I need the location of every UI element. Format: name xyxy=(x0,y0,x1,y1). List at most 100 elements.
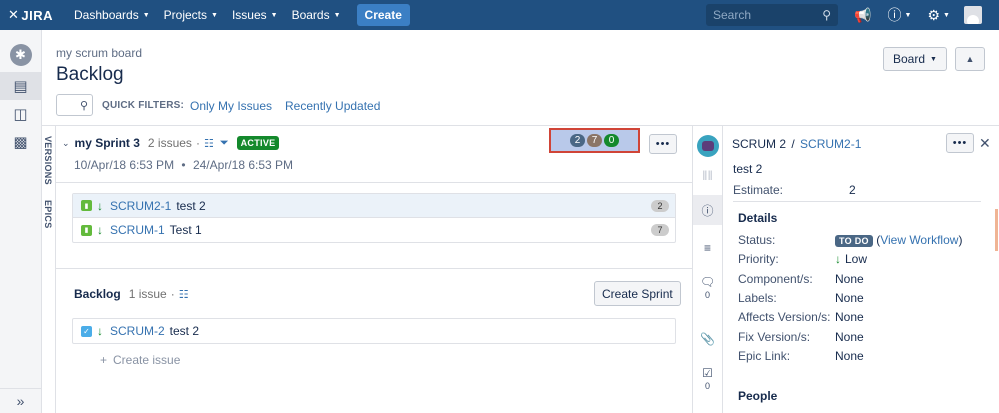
filter-search-button[interactable]: ⚲ xyxy=(56,94,93,116)
backlog-name: Backlog xyxy=(74,287,121,301)
project-logo-icon: ✱ xyxy=(9,44,32,66)
labels-value[interactable]: None xyxy=(835,291,864,305)
estimate-badge: 7 xyxy=(651,224,669,236)
view-workflow-link[interactable]: View Workflow xyxy=(880,233,958,247)
detail-more-button[interactable]: ••• xyxy=(946,133,974,153)
epics-tab[interactable]: EPICS xyxy=(43,200,53,229)
sprint-points-summary: 2 7 0 xyxy=(549,128,640,153)
active-sprints-nav-icon[interactable]: ◫ xyxy=(0,100,41,128)
priority-low-icon: ↓ xyxy=(835,252,841,266)
help-icon: ⓘ xyxy=(887,7,902,23)
help-menu[interactable]: ⓘ ▼ xyxy=(887,5,911,25)
issue-summary: test 2 xyxy=(176,198,206,213)
estimate-value[interactable]: 2 xyxy=(849,183,856,197)
story-type-icon: ▮ xyxy=(81,200,92,211)
components-value[interactable]: None xyxy=(835,272,864,286)
user-avatar[interactable] xyxy=(963,6,982,24)
caret-down-icon: ▼ xyxy=(333,11,341,19)
robot-face-icon xyxy=(702,141,714,151)
issue-key[interactable]: SCRUM-2 xyxy=(110,324,165,338)
detail-breadcrumb: SCRUM 2 / SCRUM2-1 xyxy=(732,137,861,151)
sprint-status-badge: ACTIVE xyxy=(236,136,280,150)
side-tabs: VERSIONS EPICS xyxy=(42,126,56,413)
nav-projects[interactable]: Projects ▼ xyxy=(164,0,218,30)
priority-low-icon: ↓ xyxy=(97,198,103,213)
nav-issues[interactable]: Issues ▼ xyxy=(232,0,278,30)
sprint-more-button[interactable]: ••• xyxy=(649,134,677,154)
comments-tab[interactable]: 🗨 0 xyxy=(693,275,722,300)
nav-boards[interactable]: Boards ▼ xyxy=(292,0,341,30)
reports-nav-icon[interactable]: ▩ xyxy=(0,128,41,156)
details-divider xyxy=(733,201,981,202)
jira-logo-icon: ✕ xyxy=(8,7,20,22)
components-label: Component/s: xyxy=(738,272,813,286)
detail-summary[interactable]: test 2 xyxy=(733,162,762,176)
fix-version-value[interactable]: None xyxy=(835,330,864,344)
subtask-count: 0 xyxy=(704,381,710,391)
priority-label: Priority: xyxy=(738,252,779,266)
settings-menu[interactable]: ⚙ ▼ xyxy=(927,7,950,24)
backlog-issue-list: ✓ ↓ SCRUM-2 test 2 xyxy=(72,318,676,344)
detail-issue-key[interactable]: SCRUM2-1 xyxy=(800,137,861,151)
subtasks-tab[interactable]: ☑ 0 xyxy=(693,366,722,391)
nav-dashboards[interactable]: Dashboards ▼ xyxy=(74,0,150,30)
details-tab[interactable]: ⓘ xyxy=(693,195,722,225)
affects-version-value[interactable]: None xyxy=(835,310,864,324)
filter-recently-updated[interactable]: Recently Updated xyxy=(285,99,380,113)
feedback-megaphone-icon[interactable]: 📢 xyxy=(854,7,871,24)
nav-right-group: ⚲ 📢 ⓘ▼ ⚙▼ xyxy=(706,4,982,26)
chevron-down-icon[interactable]: ⌄ xyxy=(62,138,70,149)
issue-key[interactable]: SCRUM2-1 xyxy=(110,199,171,213)
board-dropdown-button[interactable]: Board ▼ xyxy=(883,47,947,71)
sprint-issue-count: 2 issues xyxy=(147,136,192,150)
drag-handle-icon[interactable]: ‖‖ xyxy=(693,168,722,188)
issue-row-scrum-1[interactable]: ▮ ↓ SCRUM-1 Test 1 7 xyxy=(73,218,675,242)
epic-link-value[interactable]: None xyxy=(835,349,864,363)
details-heading: Details xyxy=(738,211,778,225)
backlog-nav-icon[interactable]: ▤ xyxy=(0,72,41,100)
detail-project-link[interactable]: SCRUM 2 xyxy=(732,137,786,151)
attachments-tab[interactable]: 📎 xyxy=(693,329,722,349)
status-value: TO DO (View Workflow) xyxy=(835,233,962,247)
project-avatar[interactable]: ✱ xyxy=(0,40,41,70)
detail-breadcrumb-separator: / xyxy=(791,137,795,151)
issue-row-scrum2-1[interactable]: ▮ ↓ SCRUM2-1 test 2 2 xyxy=(73,194,675,218)
create-button[interactable]: Create xyxy=(356,4,410,26)
versions-tab[interactable]: VERSIONS xyxy=(43,136,53,185)
fix-version-label: Fix Version/s: xyxy=(738,330,811,344)
status-badge: TO DO xyxy=(835,235,873,247)
jira-logo[interactable]: ✕ JIRA xyxy=(8,7,64,23)
caret-down-icon: ▼ xyxy=(211,11,218,19)
backlog-divider xyxy=(56,268,692,269)
priority-value[interactable]: ↓ Low xyxy=(835,252,867,266)
issue-row-scrum-2[interactable]: ✓ ↓ SCRUM-2 test 2 xyxy=(73,319,675,343)
backlog-header: Backlog 1 issue · ☷ xyxy=(74,287,189,301)
caret-down-icon: ▼ xyxy=(142,11,150,19)
more-dots-icon: ••• xyxy=(655,138,671,150)
issue-key[interactable]: SCRUM-1 xyxy=(110,223,165,237)
collapse-header-icon[interactable]: ▲ xyxy=(955,47,985,71)
search-box[interactable]: ⚲ xyxy=(706,4,838,26)
sprint-issue-list: ▮ ↓ SCRUM2-1 test 2 2 ▮ ↓ SCRUM-1 Test 1… xyxy=(72,193,676,243)
create-sprint-button[interactable]: Create Sprint xyxy=(594,281,681,306)
comment-icon: 🗨 xyxy=(699,275,716,289)
expand-sidebar-icon[interactable]: » xyxy=(0,388,41,409)
sprint-header[interactable]: ⌄ my Sprint 3 2 issues · ☷ ⏷ ACTIVE xyxy=(62,136,280,150)
caret-down-icon: ▼ xyxy=(904,11,912,19)
top-navigation: ✕ JIRA Dashboards ▼ Projects ▼ Issues ▼ Boa… xyxy=(0,0,999,30)
sprint-filter-icon[interactable]: ⏷ xyxy=(220,137,229,150)
backlog-report-icon[interactable]: ☷ xyxy=(179,288,189,301)
create-issue-link[interactable]: + Create issue xyxy=(100,353,180,367)
points-done-badge: 0 xyxy=(604,134,619,147)
filter-only-my-issues[interactable]: Only My Issues xyxy=(190,99,272,113)
breadcrumb[interactable]: my scrum board xyxy=(56,46,142,60)
sprint-report-icon[interactable]: ☷ xyxy=(204,137,214,150)
sprint-dates-separator: • xyxy=(181,158,186,172)
scrollbar-thumb[interactable] xyxy=(995,209,998,251)
paperclip-icon: 📎 xyxy=(700,332,715,346)
plus-icon: + xyxy=(100,353,108,367)
search-input[interactable] xyxy=(713,8,813,22)
close-icon[interactable]: ✕ xyxy=(979,135,991,152)
description-tab[interactable]: ≡ xyxy=(693,237,722,259)
comment-count: 0 xyxy=(704,290,710,300)
